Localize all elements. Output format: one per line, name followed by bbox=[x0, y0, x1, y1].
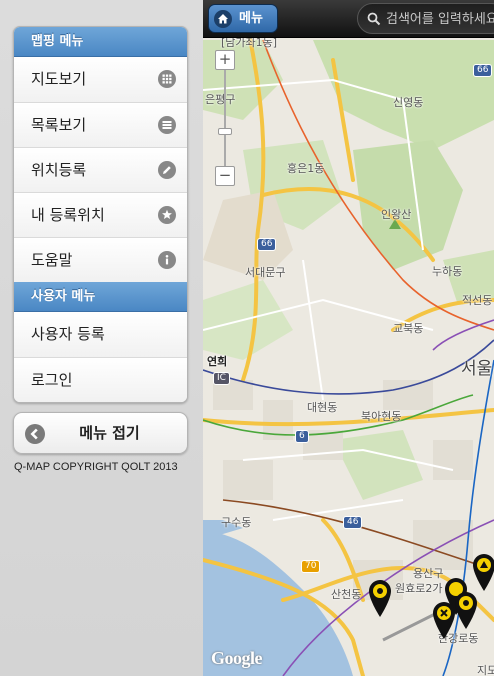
star-icon bbox=[158, 206, 176, 224]
list-icon bbox=[158, 116, 176, 134]
menu-item-list-view[interactable]: 목록보기 bbox=[14, 102, 187, 147]
zoom-in-button[interactable]: + bbox=[215, 50, 235, 70]
menu-item-map-view[interactable]: 지도보기 bbox=[14, 57, 187, 102]
menu-item-label: 도움말 bbox=[31, 251, 73, 269]
menu-item-label: 로그인 bbox=[31, 371, 73, 389]
route-shield: 70 bbox=[301, 560, 321, 573]
map-view[interactable]: [남가좌1동] 은평구 신영동 홍은1동 인왕산 서대문구 누하동 적선동 교북… bbox=[203, 0, 494, 676]
menu-item-label: 지도보기 bbox=[31, 70, 87, 88]
route-shield: 46 bbox=[343, 516, 363, 529]
menu-item-label: 사용자 등록 bbox=[31, 325, 105, 343]
zoom-slider-handle[interactable] bbox=[218, 128, 232, 135]
map-label: 원효로2가 bbox=[395, 582, 443, 595]
search-icon bbox=[367, 12, 381, 26]
menu-item-login[interactable]: 로그인 bbox=[14, 357, 187, 402]
menu-group-header-user: 사용자 메뉴 bbox=[14, 282, 187, 312]
info-icon bbox=[158, 251, 176, 269]
map-label: 인왕산 bbox=[381, 208, 412, 221]
map-label: 대현동 bbox=[307, 401, 338, 414]
location-pin-marker[interactable] bbox=[471, 552, 494, 592]
copyright-text: Q-MAP COPYRIGHT QOLT 2013 bbox=[14, 461, 178, 473]
search-input[interactable] bbox=[386, 9, 494, 29]
menu-item-my-locations[interactable]: 내 등록위치 bbox=[14, 192, 187, 237]
map-label: 신영동 bbox=[393, 96, 424, 109]
menu-group-header-mapping: 맵핑 메뉴 bbox=[14, 27, 187, 57]
location-pin-marker[interactable] bbox=[367, 578, 393, 618]
map-label: 서대문구 bbox=[245, 266, 286, 279]
top-toolbar: 메뉴 bbox=[203, 0, 494, 38]
map-tiles bbox=[203, 0, 494, 676]
menu-button-label: 메뉴 bbox=[239, 11, 263, 26]
menu-item-help[interactable]: 도움말 bbox=[14, 237, 187, 282]
google-logo: Google bbox=[211, 648, 263, 668]
map-label: 서울 bbox=[461, 359, 493, 379]
route-shield: 66 bbox=[473, 64, 493, 77]
menu-item-label: 목록보기 bbox=[31, 116, 87, 134]
collapse-menu-label: 메뉴 접기 bbox=[79, 424, 140, 442]
map-label: 구수동 bbox=[221, 516, 252, 529]
map-label: 적선동 bbox=[462, 294, 493, 307]
route-shield: 66 bbox=[257, 238, 277, 251]
map-label: 교북동 bbox=[393, 322, 424, 335]
map-label: 지도 bbox=[477, 664, 494, 676]
search-box[interactable] bbox=[357, 3, 494, 34]
map-label: 홍은1동 bbox=[287, 162, 325, 175]
location-pin-marker[interactable] bbox=[431, 600, 457, 640]
menu-item-label: 위치등록 bbox=[31, 161, 87, 179]
menu-item-user-register[interactable]: 사용자 등록 bbox=[14, 312, 187, 357]
menu-list: 맵핑 메뉴 지도보기 목록보기 위치등록 내 등록위치 도움말 사용자 메뉴 사… bbox=[13, 26, 188, 403]
map-label: 용산구 bbox=[413, 567, 444, 580]
map-label: 누하동 bbox=[432, 265, 463, 278]
zoom-slider-track[interactable] bbox=[224, 70, 226, 166]
route-shield: 6 bbox=[295, 430, 309, 443]
zoom-control: + − bbox=[215, 50, 235, 186]
interchange-shield: IC bbox=[213, 372, 230, 385]
home-icon bbox=[214, 10, 232, 28]
menu-button[interactable]: 메뉴 bbox=[208, 4, 278, 33]
grid-icon bbox=[158, 70, 176, 88]
collapse-menu-button[interactable]: 메뉴 접기 bbox=[13, 412, 188, 454]
zoom-out-button[interactable]: − bbox=[215, 166, 235, 186]
map-label: 산천동 bbox=[331, 588, 362, 601]
menu-item-label: 내 등록위치 bbox=[31, 206, 105, 224]
side-menu-panel: 맵핑 메뉴 지도보기 목록보기 위치등록 내 등록위치 도움말 사용자 메뉴 사… bbox=[0, 0, 203, 676]
pencil-icon bbox=[158, 161, 176, 179]
menu-item-register-location[interactable]: 위치등록 bbox=[14, 147, 187, 192]
map-label: 북아현동 bbox=[361, 410, 402, 423]
map-label: 연희 bbox=[207, 355, 228, 368]
